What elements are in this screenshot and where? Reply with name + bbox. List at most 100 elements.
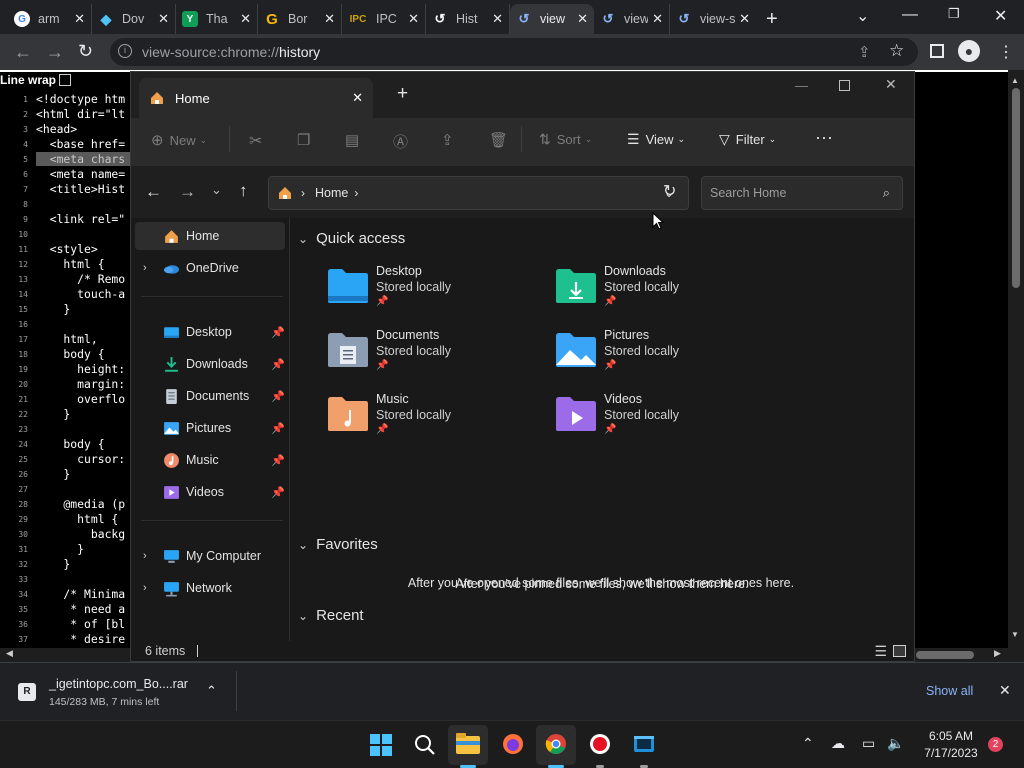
reload-icon[interactable]: ↻ [78,41,93,62]
nav-item-downloads[interactable]: Downloads 📌 [135,350,285,378]
forward-icon[interactable]: → [46,42,64,63]
url-text[interactable]: view-source:chrome://history [142,44,320,60]
quick-access-tile-pictures[interactable]: Pictures Stored locally 📌 [554,326,774,384]
expand-chevron-icon[interactable]: › [143,582,147,594]
close-icon[interactable]: ✕ [735,11,750,27]
nav-item-videos[interactable]: Videos 📌 [135,478,285,506]
explorer-maximize-button[interactable] [839,80,850,91]
minimize-button[interactable]: — [902,6,918,24]
pin-icon[interactable]: 📌 [271,422,285,435]
breadcrumb-home[interactable]: Home [315,186,348,200]
close-icon[interactable]: ✕ [70,11,85,27]
tab-4[interactable]: IPC IPC ✕ [342,4,426,34]
more-options-icon[interactable]: ··· [815,127,833,148]
pin-icon[interactable]: 📌 [271,486,285,499]
clock-time[interactable]: 6:05 AM [920,729,982,743]
new-tab-button[interactable]: + [766,8,778,31]
back-arrow-icon[interactable]: ← [145,182,162,202]
pin-icon[interactable]: 📌 [271,326,285,339]
pin-icon[interactable]: 📌 [271,390,285,403]
restore-button[interactable]: ❐ [948,6,960,22]
search-input[interactable]: Search Home ⌕ [701,176,903,210]
volume-icon[interactable]: 🔈 [887,735,904,752]
scroll-thumb[interactable] [1012,88,1020,288]
info-icon[interactable]: i [118,44,132,58]
breadcrumb-bar[interactable]: › Home › ⌄ [268,176,689,210]
scroll-down-arrow[interactable]: ▼ [1011,630,1019,639]
forward-arrow-icon[interactable]: → [179,182,196,202]
search-icon[interactable] [414,734,436,756]
tab-3[interactable]: G Bor ✕ [258,4,342,34]
nav-item-documents[interactable]: Documents 📌 [135,382,285,410]
view-button[interactable]: ☰ View ⌄ [627,131,685,148]
onedrive-tray-icon[interactable]: ☁ [831,735,845,752]
details-view-icon[interactable]: ☰ [874,643,887,660]
refresh-icon[interactable]: ↻ [663,181,676,201]
pin-icon[interactable]: 📌 [271,454,285,467]
download-options-chevron-icon[interactable]: ⌃ [206,683,217,699]
close-icon[interactable]: ✕ [154,11,169,27]
close-icon[interactable]: ✕ [320,11,335,27]
scroll-right-arrow[interactable]: ▶ [994,648,1001,659]
expand-chevron-icon[interactable]: › [143,550,147,562]
filter-button[interactable]: ▽ Filter ⌄ [719,131,776,148]
nav-item-onedrive[interactable]: › OneDrive [135,254,285,282]
quick-access-tile-desktop[interactable]: Desktop Stored locally 📌 [326,262,546,320]
rename-icon[interactable]: Ⓐ [393,131,408,152]
chrome-icon[interactable] [545,733,567,755]
paste-icon[interactable]: ▤ [345,131,359,149]
window-close-button[interactable]: ✕ [994,6,1007,26]
back-icon[interactable]: ← [14,42,32,63]
profile-icon[interactable]: ● [958,40,980,62]
nav-item-home[interactable]: Home [135,222,285,250]
up-arrow-icon[interactable]: ↑ [239,181,248,201]
nav-item-network[interactable]: › Network [135,574,285,602]
bookmark-star-icon[interactable]: ☆ [889,41,904,61]
share-icon[interactable]: ⇪ [858,43,871,61]
collapse-chevron-icon[interactable]: ⌄ [298,232,308,246]
nav-item-my-computer[interactable]: › My Computer [135,542,285,570]
nav-item-desktop[interactable]: Desktop 📌 [135,318,285,346]
scroll-up-arrow[interactable]: ▲ [1011,76,1019,85]
collapse-chevron-icon[interactable]: ⌄ [298,609,308,623]
sort-button[interactable]: ⇅ Sort ⌄ [539,131,592,148]
tab-0[interactable]: G arm ✕ [8,4,92,34]
tab-5[interactable]: ↺ Hist ✕ [426,4,510,34]
clock-date[interactable]: 7/17/2023 [918,746,984,760]
show-hidden-icons-chevron[interactable]: ⌃ [802,735,814,752]
share-icon[interactable]: ⇪ [441,131,454,149]
h-scroll-thumb[interactable] [916,651,974,659]
explorer-minimize-button[interactable]: — [795,78,808,93]
firefox-icon[interactable] [502,733,524,755]
expand-chevron-icon[interactable]: › [143,262,147,274]
quick-access-tile-documents[interactable]: Documents Stored locally 📌 [326,326,546,384]
tab-8[interactable]: ↺ view-so ✕ [670,4,756,34]
media-player-icon[interactable] [633,733,655,755]
delete-icon[interactable]: 🗑 [489,131,508,149]
cut-icon[interactable]: ✂ [249,131,262,151]
quick-access-tile-music[interactable]: Music Stored locally 📌 [326,390,546,448]
recent-locations-icon[interactable]: ⌄ [211,182,222,198]
menu-kebab-icon[interactable]: ⋮ [998,42,1014,62]
windows-start-icon[interactable] [370,734,392,756]
quick-access-tile-downloads[interactable]: Downloads Stored locally 📌 [554,262,774,320]
show-all-link[interactable]: Show all [926,684,973,698]
notification-badge[interactable]: 2 [988,737,1003,752]
line-wrap-checkbox[interactable] [59,74,72,86]
section-recent[interactable]: ⌄ Recent [298,607,364,624]
scroll-left-arrow[interactable]: ◀ [6,648,13,659]
nav-item-pictures[interactable]: Pictures 📌 [135,414,285,442]
tab-7[interactable]: ↺ view ✕ [594,4,670,34]
network-tray-icon[interactable]: ▭ [862,735,875,752]
tab-1[interactable]: ◆ Dov ✕ [92,4,176,34]
close-tab-icon[interactable]: ✕ [352,90,363,106]
new-button[interactable]: ⊕ New ⌄ [151,131,207,149]
vertical-scrollbar[interactable]: ▲ ▼ [1008,70,1024,648]
nav-item-music[interactable]: Music 📌 [135,446,285,474]
tab-2[interactable]: Y Tha ✕ [176,4,258,34]
section-favorites[interactable]: ⌄ Favorites [298,536,378,553]
tab-6-active[interactable]: ↺ view ✕ [510,4,594,34]
close-download-bar-icon[interactable]: ✕ [999,682,1011,699]
close-icon[interactable]: ✕ [236,11,251,27]
side-panel-icon[interactable] [930,44,944,58]
